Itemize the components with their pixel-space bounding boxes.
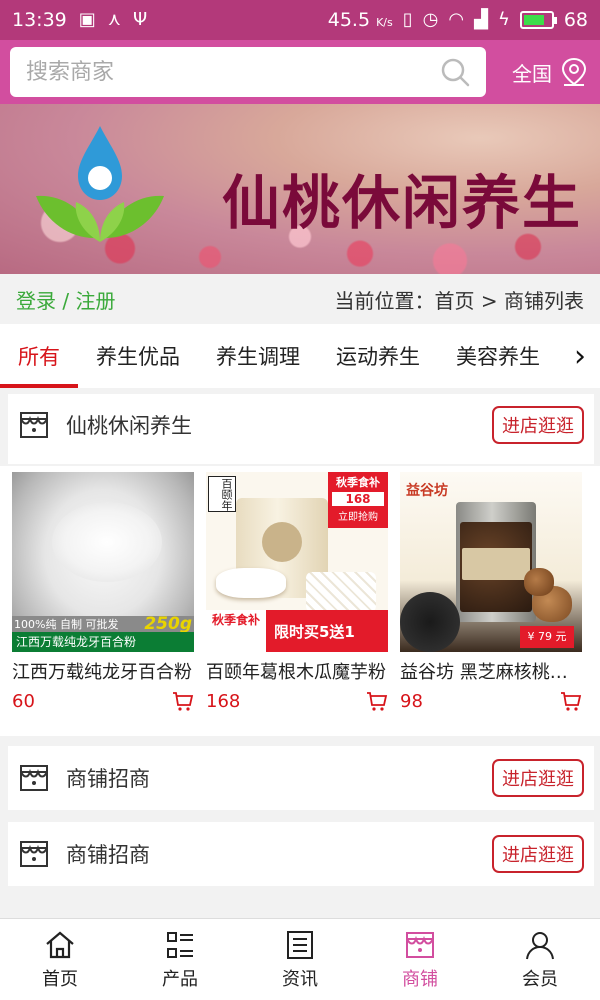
chevron-right-icon[interactable]: › [560, 324, 600, 388]
nav-label: 会员 [522, 968, 558, 990]
tab-health-conditioning[interactable]: 养生调理 [198, 324, 318, 388]
nav-label: 商铺 [402, 968, 438, 990]
cart-icon[interactable] [366, 690, 388, 712]
product-image-price: ¥ 79 元 [520, 626, 574, 648]
location-icon [561, 57, 587, 86]
shop-name[interactable]: 商铺招商 [66, 763, 150, 793]
shop-card: 商铺招商 进店逛逛 [8, 822, 594, 886]
header: 全国 [0, 40, 600, 104]
store-icon [20, 765, 48, 791]
breadcrumb: 当前位置：首页 > 商铺列表 [334, 288, 584, 313]
region-selector[interactable]: 全国 [512, 57, 588, 87]
banner-title: 仙桃休闲养生 [222, 169, 583, 237]
enter-shop-button[interactable]: 进店逛逛 [492, 759, 584, 797]
search-box[interactable] [10, 47, 486, 97]
product-list: 100%纯 自制 可批发 250g 江西万载纯龙牙百合粉 江西万载纯龙牙百合粉 … [0, 466, 600, 736]
nav-label: 资讯 [282, 968, 318, 990]
net-speed: 45.5 K/s [327, 9, 393, 31]
battery-icon [519, 11, 557, 29]
cart-icon[interactable] [560, 690, 582, 712]
status-time: 13:39 [12, 9, 67, 31]
product-image[interactable]: 百颐年 秋季食补 168 立即抢购 秋季食补 限时买5送1 [206, 472, 388, 652]
shop-card: 仙桃休闲养生 进店逛逛 [8, 394, 594, 464]
product-name[interactable]: 百颐年葛根木瓜魔芋粉 [206, 658, 388, 684]
nav-label: 首页 [42, 968, 78, 990]
tab-health-products[interactable]: 养生优品 [78, 324, 198, 388]
product-image[interactable]: 100%纯 自制 可批发 250g 江西万载纯龙牙百合粉 [12, 472, 194, 652]
login-link[interactable]: 登录 [16, 289, 56, 313]
product-image-brand: 百颐年 [208, 476, 236, 512]
product-price: 168 [206, 690, 241, 712]
tab-all[interactable]: 所有 [0, 324, 78, 388]
product-image-brand: 益谷坊 [406, 483, 448, 499]
product-card[interactable]: 100%纯 自制 可批发 250g 江西万载纯龙牙百合粉 江西万载纯龙牙百合粉 … [12, 472, 194, 712]
category-tabs: 所有 养生优品 养生调理 运动养生 美容养生 › [0, 324, 600, 388]
wifi-icon: ◠ [448, 9, 465, 30]
vibrate-icon: ▯ [402, 9, 413, 30]
tab-beauty-health[interactable]: 美容养生 [438, 324, 558, 388]
status-bar: 13:39 ▣ ⋏ Ψ 45.5 K/s ▯ ◷ ◠ ▟ ϟ 68 [0, 0, 600, 40]
nav-home[interactable]: 首页 [0, 919, 120, 1000]
product-name[interactable]: 江西万载纯龙牙百合粉 [12, 658, 194, 684]
register-link[interactable]: 注册 [75, 289, 115, 313]
shop-icon [406, 931, 434, 958]
user-icon [526, 931, 554, 959]
promo-strip: 秋季食补 限时买5送1 [206, 610, 388, 652]
product-price: 60 [12, 690, 35, 712]
enter-shop-button[interactable]: 进店逛逛 [492, 406, 584, 444]
tab-sports-health[interactable]: 运动养生 [318, 324, 438, 388]
search-icon[interactable] [440, 57, 470, 87]
product-image-weight: 250g [144, 614, 192, 634]
product-image-caption: 江西万载纯龙牙百合粉 [12, 632, 194, 652]
product-price: 98 [400, 690, 423, 712]
usb-icon: Ψ [132, 9, 148, 30]
login-register: 登录 / 注册 [16, 285, 115, 314]
banner[interactable]: 仙桃休闲养生 [0, 104, 600, 274]
promo-badge: 秋季食补 168 立即抢购 [328, 472, 388, 528]
shop-name[interactable]: 仙桃休闲养生 [66, 410, 192, 440]
login-separator: / [56, 288, 76, 313]
login-row: 登录 / 注册 当前位置：首页 > 商铺列表 [0, 274, 600, 324]
nav-news[interactable]: 资讯 [240, 919, 360, 1000]
nav-products[interactable]: 产品 [120, 919, 240, 1000]
product-name[interactable]: 益谷坊 黑芝麻核桃黑豆粉 [400, 658, 582, 684]
product-card[interactable]: 益谷坊 ¥ 79 元 益谷坊 黑芝麻核桃黑豆粉 98 [400, 472, 582, 712]
charging-icon: ϟ [497, 9, 510, 30]
brand-logo [36, 126, 164, 242]
shop-card: 商铺招商 进店逛逛 [8, 746, 594, 810]
search-input[interactable] [26, 59, 440, 85]
nav-shops[interactable]: 商铺 [360, 919, 480, 1000]
bottom-nav: 首页 产品 资讯 商铺 会员 [0, 918, 600, 1000]
home-icon [46, 931, 74, 958]
image-icon: ▣ [78, 9, 96, 30]
nav-label: 产品 [162, 968, 198, 990]
list-icon [167, 931, 193, 958]
cart-icon[interactable] [172, 690, 194, 712]
nav-member[interactable]: 会员 [480, 919, 600, 1000]
signal-icon: ▟ [474, 9, 488, 30]
shop-name[interactable]: 商铺招商 [66, 839, 150, 869]
product-card[interactable]: 百颐年 秋季食补 168 立即抢购 秋季食补 限时买5送1 百颐年葛根木瓜魔芋粉… [206, 472, 388, 712]
region-label: 全国 [512, 61, 552, 86]
store-icon [20, 841, 48, 867]
product-image[interactable]: 益谷坊 ¥ 79 元 [400, 472, 582, 652]
enter-shop-button[interactable]: 进店逛逛 [492, 835, 584, 873]
news-icon [287, 930, 313, 959]
battery-level: 68 [563, 9, 588, 31]
store-icon [20, 412, 48, 438]
alarm-icon: ◷ [422, 9, 439, 30]
share-icon: ⋏ [107, 9, 121, 30]
